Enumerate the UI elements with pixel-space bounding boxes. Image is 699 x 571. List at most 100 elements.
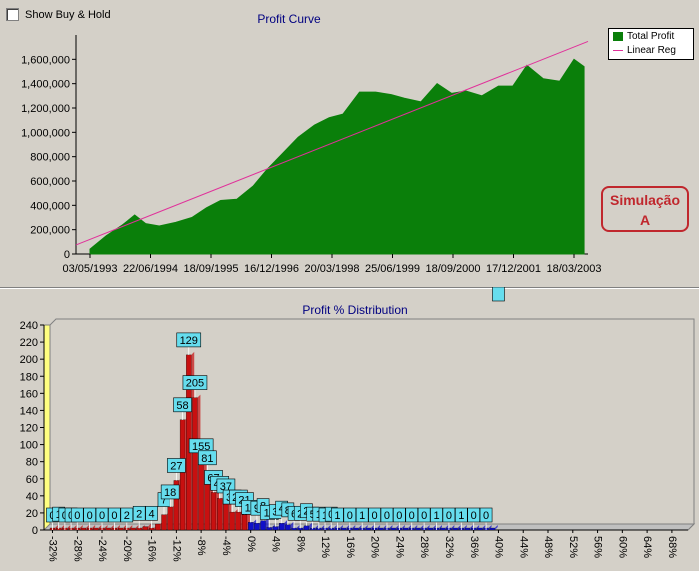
curve-y-tick-label: 400,000 xyxy=(30,200,70,212)
distribution-x-tick-label: 16% xyxy=(344,536,356,558)
distribution-bar-face xyxy=(291,527,297,531)
distribution-bar-face xyxy=(155,523,161,531)
distribution-value-text: 2 xyxy=(124,510,130,522)
distribution-bar-face xyxy=(210,492,217,531)
distribution-x-tick-label: 68% xyxy=(666,536,678,558)
distribution-value-text: 0 xyxy=(384,510,390,522)
curve-y-tick-label: 200,000 xyxy=(30,225,70,237)
simulation-annotation-line2: A xyxy=(639,212,651,228)
curve-x-tick-label: 16/12/1996 xyxy=(244,263,299,275)
distribution-value-text: 0 xyxy=(471,510,477,522)
curve-x-tick-label: 17/12/2001 xyxy=(486,263,541,275)
distribution-bar-face xyxy=(167,506,173,531)
distribution-x-tick-label: 32% xyxy=(443,536,455,558)
distribution-value-text: 205 xyxy=(186,378,204,390)
curve-x-tick-label: 18/09/2000 xyxy=(425,263,480,275)
distribution-y-tick-label: 0 xyxy=(32,525,38,537)
distribution-value-text: 0 xyxy=(111,510,117,522)
distribution-bar-face xyxy=(148,527,155,531)
distribution-x-tick-label: 40% xyxy=(493,536,505,558)
distribution-value-text: 1 xyxy=(433,510,439,522)
distribution-bar-face xyxy=(105,527,111,531)
distribution-bar-face xyxy=(279,523,285,531)
distribution-x-tick-label: 36% xyxy=(468,536,480,558)
distribution-y-tick-label: 80 xyxy=(26,457,38,469)
distribution-bar-face xyxy=(217,498,223,531)
distribution-bar-face xyxy=(260,520,266,531)
distribution-bar-face xyxy=(272,526,279,531)
distribution-x-tick-label: 4% xyxy=(270,536,282,552)
distribution-bar-face xyxy=(489,527,495,531)
distribution-side-wall xyxy=(43,324,51,531)
distribution-bar-face xyxy=(161,514,167,531)
distribution-bar-face xyxy=(93,527,99,531)
distribution-bar-face xyxy=(142,526,149,531)
distribution-bar-face xyxy=(415,527,421,531)
distribution-x-tick-label: 48% xyxy=(542,536,554,558)
distribution-value-text: 0 xyxy=(483,510,489,522)
distribution-bar-face xyxy=(117,527,124,531)
distribution-bar-face xyxy=(378,527,384,531)
distribution-value-text: 0 xyxy=(99,510,105,522)
distribution-bar-face xyxy=(402,527,409,531)
distribution-y-tick-label: 100 xyxy=(20,440,38,452)
distribution-x-tick-label: -12% xyxy=(170,536,182,562)
curve-y-tick-label: 800,000 xyxy=(30,152,70,164)
distribution-bar-face xyxy=(136,527,142,531)
distribution-bar-face xyxy=(365,527,372,531)
distribution-x-tick-label: 56% xyxy=(592,536,604,558)
legend-swatch-linear-reg xyxy=(613,49,623,51)
distribution-bar-face xyxy=(80,527,87,531)
distribution-bar-face xyxy=(340,527,347,531)
distribution-x-tick-label: 24% xyxy=(393,536,405,558)
distribution-bar-face xyxy=(390,527,396,531)
distribution-bar-face xyxy=(229,511,235,531)
profit-curve-legend: Total Profit Linear Reg xyxy=(608,28,694,60)
distribution-value-text: 2 xyxy=(136,508,142,520)
distribution-x-tick-label: 44% xyxy=(517,536,529,558)
distribution-x-tick-label: 28% xyxy=(418,536,430,558)
distribution-bar-face xyxy=(464,527,471,531)
distribution-value-text: 27 xyxy=(170,460,182,472)
distribution-x-tick-label: 20% xyxy=(369,536,381,558)
distribution-value-text: 0 xyxy=(74,510,80,522)
curve-y-tick-label: 1,200,000 xyxy=(21,103,70,115)
distribution-bar-face xyxy=(353,527,359,531)
distribution-bar-face xyxy=(303,525,310,531)
curve-y-tick-label: 1,400,000 xyxy=(21,79,70,91)
distribution-bar-face xyxy=(452,527,458,531)
distribution-x-tick-label: 8% xyxy=(294,536,306,552)
distribution-value-label: 1 xyxy=(492,287,505,302)
distribution-x-tick-label: 0% xyxy=(245,536,257,552)
curve-x-tick-label: 22/06/1994 xyxy=(123,263,178,275)
distribution-x-tick-label: -20% xyxy=(121,536,133,562)
distribution-y-tick-label: 20 xyxy=(26,508,38,520)
distribution-x-tick-label: -16% xyxy=(146,536,158,562)
distribution-value-text: 0 xyxy=(446,510,452,522)
distribution-bar-face xyxy=(192,397,198,531)
distribution-value-text: 81 xyxy=(201,453,213,465)
distribution-x-tick-label: -24% xyxy=(96,536,108,562)
profit-curve-chart: 0 200,000 400,000 600,000 800,000 1,000,000 1,… xyxy=(21,35,602,275)
distribution-y-tick-label: 220 xyxy=(20,337,38,349)
distribution-value-text: 0 xyxy=(347,510,353,522)
distribution-y-tick-label: 40 xyxy=(26,491,38,503)
curve-y-tick-label: 0 xyxy=(64,249,70,261)
curve-x-tick-label: 03/05/1993 xyxy=(62,263,117,275)
distribution-y-tick-label: 160 xyxy=(20,388,38,400)
curve-x-tick-label: 18/09/1995 xyxy=(183,263,238,275)
legend-swatch-total-profit xyxy=(613,31,623,41)
legend-label-linear-reg: Linear Reg xyxy=(627,44,676,56)
distribution-bar-face xyxy=(254,523,260,531)
distribution-x-tick-label: -8% xyxy=(195,536,207,556)
distribution-y-tick-label: 140 xyxy=(20,405,38,417)
distribution-value-text: 1 xyxy=(359,510,365,522)
distribution-bar-face xyxy=(198,460,204,531)
distribution-bar-face xyxy=(266,527,272,531)
curve-x-tick-label: 18/03/2003 xyxy=(546,263,601,275)
distribution-value-text: 0 xyxy=(396,510,402,522)
curve-y-tick-label: 1,000,000 xyxy=(21,127,70,139)
curve-y-tick-label: 1,600,000 xyxy=(21,54,70,66)
curve-x-tick-label: 25/06/1999 xyxy=(365,263,420,275)
distribution-x-tick-label: -4% xyxy=(220,536,232,556)
